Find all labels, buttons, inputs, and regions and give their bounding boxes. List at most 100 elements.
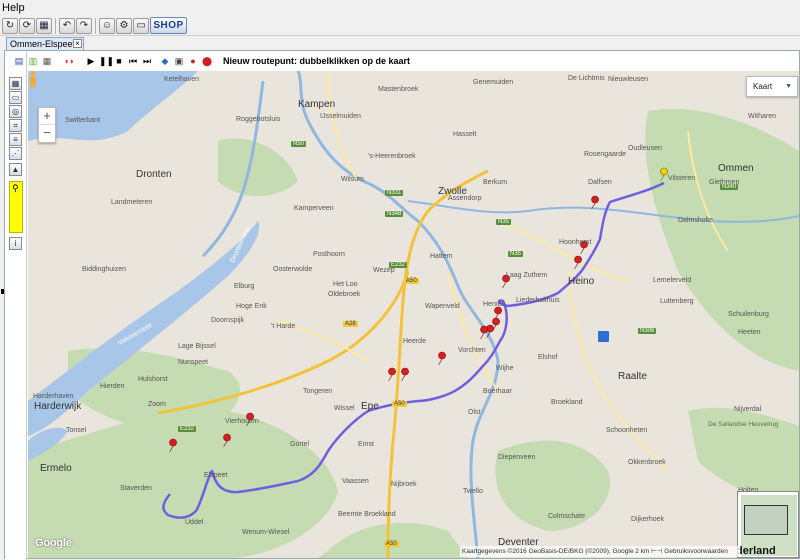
place-label: Colmschate: [548, 513, 585, 520]
place-label: Harderhaven: [33, 393, 74, 400]
crop-icon[interactable]: ⌗: [9, 119, 22, 132]
place-label: Wenum-Wiesel: [242, 529, 290, 536]
first-icon[interactable]: ⏮: [127, 55, 139, 67]
place-label: Het Loo: [333, 281, 358, 288]
overview-label: derland: [737, 545, 776, 557]
place-label: Oldebroek: [328, 291, 361, 298]
road-shield: N35: [496, 219, 512, 225]
monitor-icon[interactable]: ▭: [9, 91, 22, 104]
place-label: Twello: [463, 488, 483, 495]
undo-icon[interactable]: ↶: [59, 18, 75, 34]
place-label: Oudleusen: [628, 145, 662, 152]
stop-icon[interactable]: ■: [113, 55, 125, 67]
place-label: 't Harde: [271, 323, 296, 330]
place-label: Tongeren: [303, 388, 333, 395]
redo-icon[interactable]: ↷: [76, 18, 92, 34]
place-label: Oosterwolde: [273, 266, 313, 273]
route-toolbar: ▤ ▥ ▦ ◖◗ ▶ ❚❚ ■ ⏮ ⏭ ◆ ▣ ● ⬤ Nieuw routep…: [13, 53, 793, 69]
window-icon[interactable]: ▭: [133, 18, 149, 34]
left-tool-panel: ▦ ▭ ◎ ⌗ ≡ ⋰ ▲ ⚲ i: [5, 51, 27, 560]
place-label: Ermelo: [40, 463, 72, 474]
search-icon: ⚲: [12, 183, 19, 193]
place-label: Wijhe: [496, 365, 514, 372]
pegman-icon[interactable]: [28, 71, 38, 89]
place-label: Broekland: [551, 399, 583, 406]
place-label: Vilsteren: [668, 175, 696, 182]
road-shield: A50: [384, 541, 399, 547]
place-label: Elburg: [234, 283, 255, 290]
last-icon[interactable]: ⏭: [141, 55, 153, 67]
overview-map[interactable]: derland: [737, 491, 799, 558]
zoom-out-button[interactable]: −: [39, 125, 55, 142]
menu-help[interactable]: Help: [2, 2, 25, 14]
road-shield: E232: [389, 262, 408, 268]
place-label: 's-Heerenbroek: [368, 153, 416, 160]
settings-icon[interactable]: ⚙: [116, 18, 132, 34]
place-label: Hoge Enk: [236, 303, 267, 310]
place-label: Tonsel: [66, 427, 87, 434]
pause-icon[interactable]: ❚❚: [99, 55, 114, 67]
search-panel[interactable]: ⚲: [9, 181, 23, 233]
compass-icon[interactable]: ◎: [9, 105, 22, 118]
document-tabstrip: Ommen-Elspeet-vms ×: [0, 36, 800, 61]
place-label: Vaassen: [342, 478, 369, 485]
road-shield: N340: [720, 184, 739, 190]
place-label: Roggebotsluis: [236, 116, 281, 123]
place-label: Epe: [361, 401, 379, 412]
place-label: Wezep: [373, 267, 395, 274]
place-label: Genemuiden: [473, 79, 514, 86]
people-icon[interactable]: ☺: [99, 18, 115, 34]
place-label: Uddel: [185, 519, 204, 526]
map-type-selector[interactable]: Kaart ▼: [746, 76, 798, 97]
map-view[interactable]: Zwolle Kampen Dronten Harderwijk Devente…: [28, 71, 799, 558]
place-label: Schoonheten: [606, 427, 648, 434]
city-label: Heino: [568, 276, 595, 287]
road-shield: N50: [291, 141, 307, 147]
refresh-icon[interactable]: ↻: [2, 18, 18, 34]
zoom-in-button[interactable]: +: [39, 108, 55, 125]
tab-ommen-elspeet[interactable]: Ommen-Elspeet-vms ×: [6, 37, 84, 61]
city-label: Harderwijk: [34, 401, 82, 412]
place-label: Hattem: [430, 253, 453, 260]
city-label: Kampen: [298, 99, 336, 110]
place-label: Vierhouten: [225, 418, 259, 425]
map-layer-icon[interactable]: ▦: [9, 77, 22, 90]
car-icon[interactable]: ◖◗: [57, 55, 81, 67]
road-icon[interactable]: ▲: [9, 163, 22, 176]
signal-icon[interactable]: ⋰: [9, 147, 22, 160]
place-label: Olst: [468, 409, 481, 416]
place-label: Dalmsholte: [678, 217, 714, 224]
place-label: Hasselt: [453, 131, 477, 138]
book-icon[interactable]: ▥: [27, 55, 39, 67]
place-label: Kamperveen: [294, 205, 334, 212]
google-logo: Google: [35, 537, 72, 549]
print-icon[interactable]: ▣: [173, 55, 185, 67]
waypoint-icon[interactable]: ●: [187, 55, 199, 67]
play-icon[interactable]: ▶: [85, 55, 97, 67]
place-label: Hoonhorst: [559, 239, 592, 246]
toolbar-separator: [55, 18, 56, 34]
filter-icon[interactable]: ≡: [9, 133, 22, 146]
calendar-icon[interactable]: ▦: [41, 55, 53, 67]
overview-viewport[interactable]: [744, 505, 788, 535]
place-label: Nieuwleusen: [608, 76, 649, 83]
database-icon[interactable]: ▦: [36, 18, 52, 34]
place-label: Biddinghuizen: [82, 266, 126, 273]
menubar: Help: [0, 0, 800, 16]
shop-button[interactable]: SHOP: [150, 17, 187, 34]
map-attribution[interactable]: Kaartgegevens ©2016 GeoBasis-DE/BKG (©20…: [460, 546, 740, 557]
waypoint-add-icon[interactable]: ⬤: [201, 55, 213, 67]
place-label: Herxen: [483, 301, 506, 308]
place-label: Luttenberg: [660, 298, 694, 305]
list-icon[interactable]: ▤: [13, 55, 25, 67]
place-label: Wilsum: [341, 176, 364, 183]
export-icon[interactable]: ◆: [159, 55, 171, 67]
road-shield: A50: [392, 401, 407, 407]
place-label: Dijkerhoek: [631, 516, 665, 523]
sync-icon[interactable]: ⟳: [19, 18, 35, 34]
route-instruction: Nieuw routepunt: dubbelklikken op de kaa…: [223, 56, 411, 66]
place-label: Gortel: [290, 441, 310, 448]
close-tab-icon[interactable]: ×: [73, 39, 82, 48]
poi-icon[interactable]: [598, 331, 609, 342]
info-icon[interactable]: i: [9, 237, 22, 250]
